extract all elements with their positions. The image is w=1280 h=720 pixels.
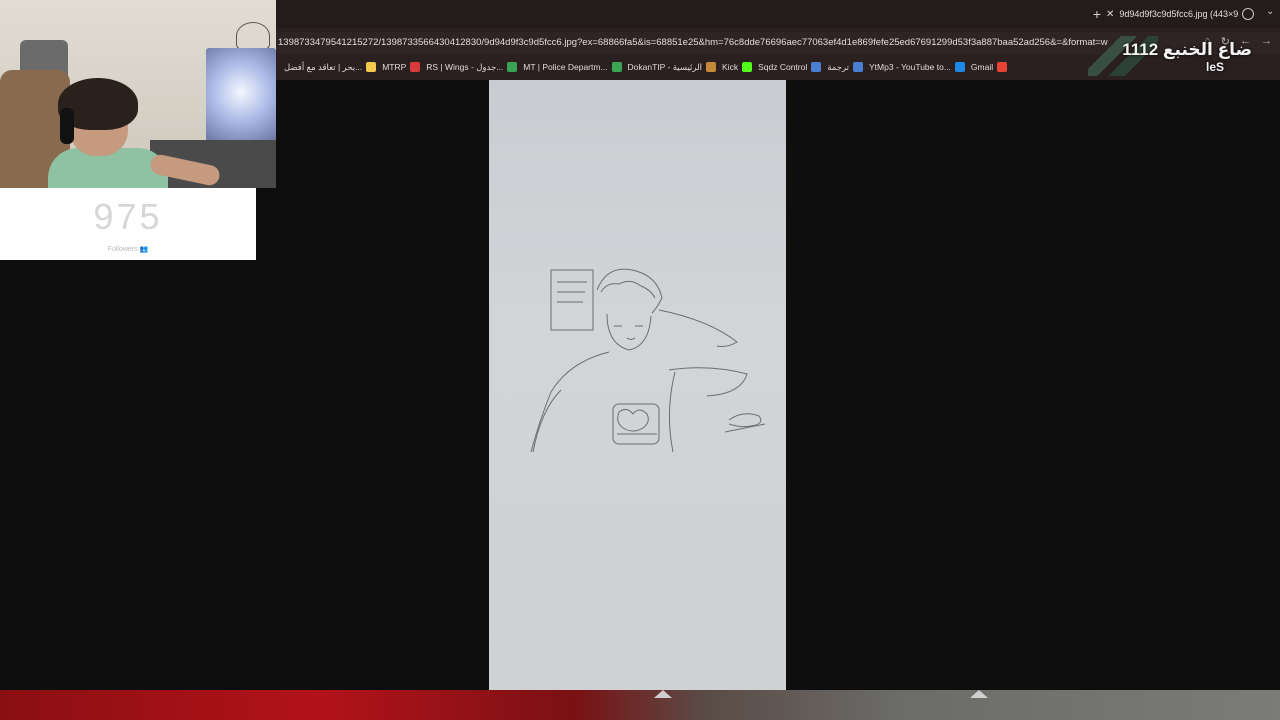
- bookmark-favicon-icon: [853, 62, 864, 72]
- bookmark-label: YtMp3 - YouTube to...: [869, 62, 951, 72]
- viewed-image[interactable]: [489, 80, 786, 690]
- triangle-marker-icon: [970, 690, 988, 698]
- bookmark-item[interactable]: YtMp3 - YouTube to...: [869, 62, 965, 72]
- triangle-marker-icon: [654, 690, 672, 698]
- followers-count: 975: [93, 196, 163, 237]
- bookmark-favicon-icon: [954, 62, 965, 72]
- bookmark-label: Kick: [722, 62, 739, 72]
- address-bar[interactable]: 1398733479541215272/1398733566430412830/…: [276, 32, 1280, 54]
- bookmark-label: RS | Wings - جدول...: [426, 61, 504, 72]
- bookmark-favicon-icon: [507, 62, 518, 72]
- bookmark-favicon-icon: [811, 62, 822, 72]
- bookmark-item[interactable]: Kick: [722, 62, 753, 72]
- back-icon[interactable]: ←: [1240, 35, 1251, 48]
- webcam-overlay: [0, 0, 276, 188]
- tab-strip: + ✕ 9d94d9f3c9d5fcc6.jpg (443×95 ⌄: [276, 0, 1280, 28]
- globe-icon: [1242, 8, 1254, 20]
- bookmark-item[interactable]: بحر | تعاقد مع أفضل...: [284, 61, 377, 73]
- headset-icon: [60, 108, 74, 144]
- bookmark-favicon-icon: [706, 62, 717, 72]
- bookmark-favicon-icon: [611, 62, 622, 72]
- close-tab-icon[interactable]: ✕: [1106, 9, 1114, 20]
- bookmarks-bar: بحر | تعاقد مع أفضل... MTRP RS | Wings - ج…: [276, 56, 1280, 78]
- new-tab-button[interactable]: +: [1088, 6, 1106, 22]
- webcam-lamp: [236, 22, 270, 50]
- pencil-sketch-drawing: [530, 268, 766, 453]
- bookmark-item[interactable]: RS | Wings - جدول...: [426, 61, 518, 73]
- bookmark-item[interactable]: MTRP: [382, 62, 421, 72]
- bookmark-favicon-icon: [366, 62, 377, 72]
- bookmark-label: ترجمة: [827, 61, 850, 72]
- bookmark-item[interactable]: DokanTIP - الرئيسية: [627, 61, 717, 73]
- bookmark-item[interactable]: Sqdz Control: [758, 62, 822, 72]
- bookmark-item[interactable]: ترجمة: [827, 61, 864, 73]
- bookmark-item[interactable]: Gmail: [970, 62, 1008, 72]
- chevron-down-icon[interactable]: ⌄: [1266, 6, 1274, 17]
- bookmark-label: MT | Police Departm...: [523, 62, 608, 72]
- bookmark-label: DokanTIP - الرئيسية: [627, 61, 703, 72]
- active-tab-title: 9d94d9f3c9d5fcc6.jpg (443×95: [1119, 9, 1238, 19]
- active-tab[interactable]: ✕ 9d94d9f3c9d5fcc6.jpg (443×95: [1106, 4, 1238, 24]
- bookmark-label: Sqdz Control: [758, 62, 808, 72]
- nav-controls: ⌂ ↻ ← →: [1204, 35, 1272, 48]
- url-text[interactable]: 1398733479541215272/1398733566430412830/…: [278, 37, 1108, 48]
- bookmark-label: بحر | تعاقد مع أفضل...: [284, 61, 363, 72]
- bookmark-favicon-icon: [997, 62, 1008, 72]
- bottom-overlay-strip: [0, 690, 1280, 720]
- forward-icon[interactable]: →: [1261, 35, 1272, 48]
- bookmark-favicon-icon: [742, 62, 753, 72]
- bookmark-favicon-icon: [410, 62, 421, 72]
- followers-label: Followers 👥: [107, 246, 149, 253]
- bookmark-label: Gmail: [970, 62, 994, 72]
- bookmark-item[interactable]: MT | Police Departm...: [523, 62, 622, 72]
- home-icon[interactable]: ⌂: [1204, 35, 1211, 48]
- bookmark-label: MTRP: [382, 62, 407, 72]
- followers-widget: 975 Followers 👥: [0, 188, 256, 260]
- reload-icon[interactable]: ↻: [1221, 35, 1230, 48]
